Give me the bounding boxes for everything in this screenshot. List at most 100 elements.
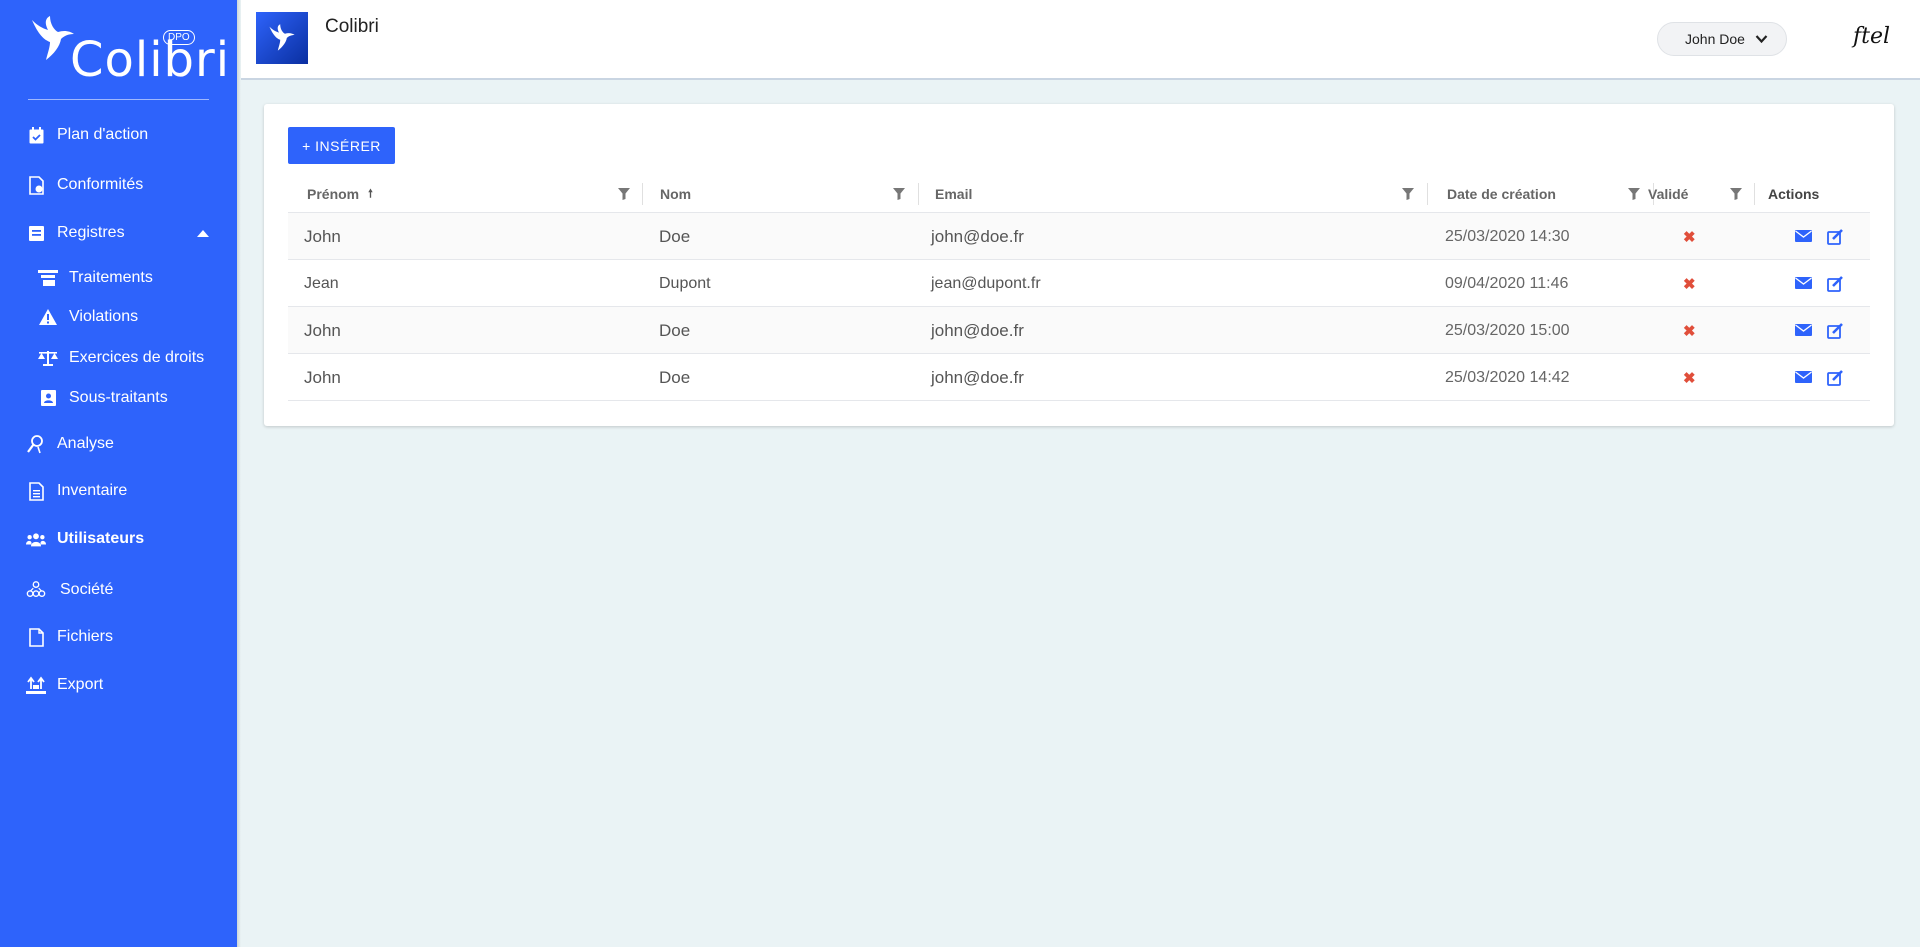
cell-prenom: John — [304, 320, 341, 340]
document-check-icon — [26, 175, 46, 195]
sidebar-item-label: Plan d'action — [57, 126, 149, 143]
sidebar-item-export[interactable]: Export — [0, 667, 237, 703]
column-header-date-creation[interactable]: Date de création — [1447, 175, 1556, 213]
sidebar-item-sous-traitants[interactable]: Sous-traitants — [0, 380, 237, 416]
sidebar-item-label: Sous-traitants — [69, 389, 168, 406]
cell-email: jean@dupont.fr — [931, 274, 1041, 292]
sidebar-item-inventaire[interactable]: Inventaire — [0, 473, 237, 509]
sidebar-item-label: Violations — [69, 308, 139, 325]
table-row[interactable]: Jean Dupont jean@dupont.fr 09/04/2020 11… — [288, 260, 1870, 307]
chevron-down-icon — [1755, 35, 1768, 44]
logo-text: Colibri — [70, 32, 231, 88]
sidebar-item-label: Registres — [57, 224, 125, 241]
column-header-valide[interactable]: Validé — [1648, 175, 1688, 213]
sidebar-item-exercices-droits[interactable]: Exercices de droits — [0, 340, 237, 376]
files-icon — [26, 627, 46, 647]
sidebar-item-conformites[interactable]: Conformités — [0, 167, 237, 203]
cell-email: john@doe.fr — [931, 320, 1024, 340]
sidebar: Colibri DPO Plan d'action Conformités Re… — [0, 0, 237, 947]
cell-nom: Doe — [659, 226, 691, 246]
insert-button[interactable]: + INSÉRER — [288, 127, 395, 164]
filter-icon[interactable] — [893, 188, 905, 200]
analysis-icon — [26, 434, 46, 454]
edit-icon[interactable] — [1827, 323, 1844, 339]
column-separator — [1427, 183, 1428, 205]
sidebar-item-label: Traitements — [69, 269, 153, 286]
cell-nom: Doe — [659, 320, 691, 340]
top-header: Colibri John Doe ftel — [241, 0, 1920, 80]
invalid-x-icon: ✖ — [1683, 275, 1696, 293]
users-table: Prénom 🠕 Nom Email Date de création Vali… — [288, 175, 1870, 401]
sidebar-shadow — [237, 0, 241, 947]
sidebar-item-analyse[interactable]: Analyse — [0, 426, 237, 462]
sidebar-item-label: Fichiers — [57, 628, 114, 645]
sidebar-item-fichiers[interactable]: Fichiers — [0, 619, 237, 655]
user-menu-button[interactable]: John Doe — [1657, 22, 1787, 56]
filter-icon[interactable] — [1628, 188, 1640, 200]
registry-icon — [26, 223, 46, 243]
user-name: John Doe — [1685, 31, 1745, 47]
sidebar-item-societe[interactable]: Société — [0, 572, 237, 608]
sidebar-item-violations[interactable]: Violations — [0, 299, 237, 335]
warning-icon — [38, 307, 58, 327]
column-header-nom[interactable]: Nom — [660, 175, 691, 213]
sidebar-item-label: Exercices de droits — [69, 349, 205, 366]
balance-icon — [38, 348, 58, 368]
cell-prenom: John — [304, 367, 341, 387]
edit-icon[interactable] — [1827, 370, 1844, 386]
header-logo[interactable] — [256, 12, 308, 64]
sidebar-divider — [28, 99, 209, 100]
cell-email: john@doe.fr — [931, 226, 1024, 246]
table-row[interactable]: John Doe john@doe.fr 25/03/2020 15:00 ✖ — [288, 307, 1870, 354]
edit-icon[interactable] — [1827, 229, 1844, 245]
envelope-icon[interactable] — [1795, 229, 1812, 243]
table-row[interactable]: John Doe john@doe.fr 25/03/2020 14:42 ✖ — [288, 354, 1870, 401]
users-card: + INSÉRER Prénom 🠕 Nom Email Date de cré… — [264, 104, 1894, 426]
cell-date: 25/03/2020 14:42 — [1445, 368, 1570, 386]
sidebar-item-label: Inventaire — [57, 482, 128, 499]
table-row[interactable]: John Doe john@doe.fr 25/03/2020 14:30 ✖ — [288, 213, 1870, 260]
sidebar-item-label: Utilisateurs — [57, 530, 145, 547]
sidebar-item-label: Conformités — [57, 176, 144, 193]
invalid-x-icon: ✖ — [1683, 228, 1696, 246]
cell-prenom: Jean — [304, 274, 339, 292]
column-header-prenom[interactable]: Prénom 🠕 — [307, 175, 373, 213]
column-separator — [918, 183, 919, 205]
column-header-email[interactable]: Email — [935, 175, 972, 213]
cell-nom: Dupont — [659, 274, 711, 292]
document-icon — [26, 481, 46, 501]
cell-email: john@doe.fr — [931, 367, 1024, 387]
sidebar-item-label: Société — [60, 581, 114, 598]
filter-icon[interactable] — [1402, 188, 1414, 200]
hummingbird-icon — [269, 24, 295, 51]
envelope-icon[interactable] — [1795, 276, 1812, 290]
organization-icon — [26, 580, 46, 600]
caret-up-icon[interactable] — [197, 229, 209, 237]
sidebar-item-label: Export — [57, 676, 104, 693]
column-separator — [642, 183, 643, 205]
cell-date: 25/03/2020 14:30 — [1445, 227, 1570, 245]
cell-prenom: John — [304, 226, 341, 246]
sidebar-item-plan-action[interactable]: Plan d'action — [0, 117, 237, 153]
stack-icon — [38, 268, 58, 288]
contact-card-icon — [38, 388, 58, 408]
cell-nom: Doe — [659, 367, 691, 387]
calendar-check-icon — [26, 125, 46, 145]
sidebar-item-registres[interactable]: Registres — [0, 215, 237, 251]
export-icon — [26, 675, 46, 695]
filter-icon[interactable] — [618, 188, 630, 200]
app-logo[interactable]: Colibri DPO — [28, 14, 229, 88]
sidebar-item-traitements[interactable]: Traitements — [0, 260, 237, 296]
invalid-x-icon: ✖ — [1683, 369, 1696, 387]
table-header: Prénom 🠕 Nom Email Date de création Vali… — [288, 175, 1870, 213]
sidebar-item-utilisateurs[interactable]: Utilisateurs — [0, 521, 237, 557]
envelope-icon[interactable] — [1795, 370, 1812, 384]
sidebar-item-label: Analyse — [57, 435, 114, 452]
edit-icon[interactable] — [1827, 276, 1844, 292]
filter-icon[interactable] — [1730, 188, 1742, 200]
envelope-icon[interactable] — [1795, 323, 1812, 337]
cell-date: 09/04/2020 11:46 — [1445, 274, 1569, 292]
users-icon — [26, 529, 46, 549]
column-header-actions: Actions — [1768, 186, 1820, 202]
sort-ascending-icon[interactable]: 🠕 — [368, 185, 373, 204]
